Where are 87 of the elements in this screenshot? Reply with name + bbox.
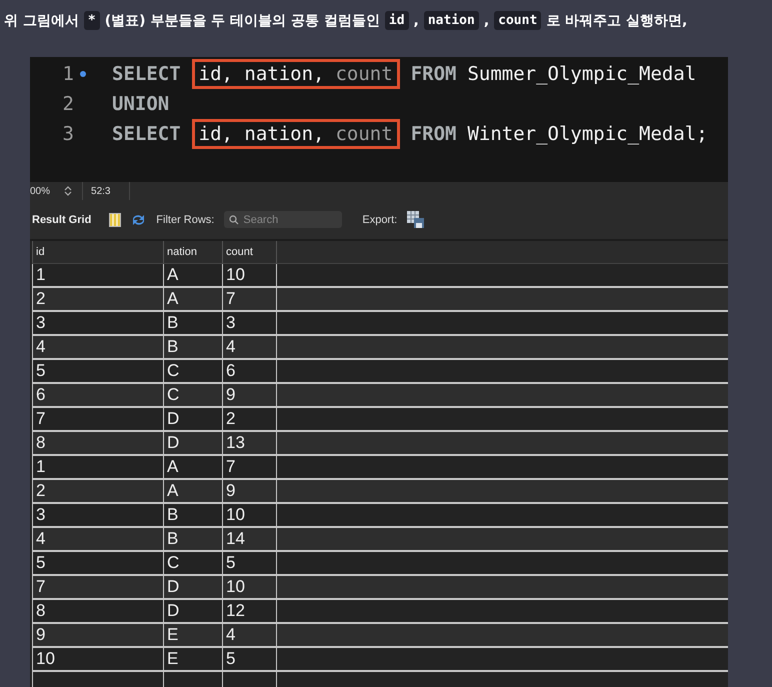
table-cell: C	[163, 384, 222, 406]
table-cell: 3	[32, 504, 163, 526]
table-cell: 10	[222, 504, 276, 526]
table-cell: 3	[222, 312, 276, 334]
code-text: Winter_Olympic_Medal;	[467, 123, 708, 145]
table-cell: A	[163, 264, 222, 286]
sql-keyword: SELECT	[112, 63, 181, 85]
table-cell: 4	[222, 624, 276, 646]
table-cell: 1	[32, 456, 163, 478]
inline-code: count	[494, 11, 542, 30]
table-cell: 13	[222, 432, 276, 454]
table-cell: D	[163, 408, 222, 430]
table-cell: A	[163, 480, 222, 502]
table-cell: D	[163, 576, 222, 598]
stepper-icon[interactable]	[64, 185, 72, 197]
table-cell: 2	[32, 288, 163, 310]
code-text: count	[335, 63, 393, 85]
filter-rows-label: Filter Rows:	[156, 214, 214, 226]
export-icon[interactable]	[407, 211, 426, 228]
zoom-level: 00%	[30, 186, 50, 196]
table-cell: 1	[32, 264, 163, 286]
table-cell: A	[163, 288, 222, 310]
intro-text: ,	[484, 12, 490, 28]
table-cell: 10	[32, 648, 163, 670]
intro-text: (별표) 부분들을 두 테이블의 공통 컬럼들인	[104, 12, 380, 30]
table-cell: B	[163, 504, 222, 526]
line-number: 1	[62, 63, 74, 85]
table-cell: 5	[222, 648, 276, 670]
table-cell: C	[163, 360, 222, 382]
sql-keyword: FROM	[410, 63, 456, 85]
refresh-icon[interactable]	[131, 214, 146, 226]
table-cell: 7	[32, 576, 163, 598]
table-cell: B	[163, 528, 222, 550]
table-cell: 4	[222, 336, 276, 358]
grid-icon[interactable]	[109, 212, 122, 226]
table-cell: D	[163, 600, 222, 622]
column-header[interactable]: id	[32, 241, 163, 263]
table-cell: 4	[32, 336, 163, 358]
column-header[interactable]: nation	[163, 241, 222, 263]
table-cell: 7	[222, 288, 276, 310]
code-text: id, nation,	[198, 123, 324, 145]
intro-text: ,	[414, 12, 419, 28]
inline-code: id	[384, 11, 409, 30]
table-cell: 5	[32, 552, 163, 574]
table-cell: D	[163, 432, 222, 454]
table-cell: 10	[222, 576, 276, 598]
sql-keyword: UNION	[112, 93, 170, 115]
table-cell: 7	[32, 408, 163, 430]
search-field[interactable]: Search	[224, 211, 342, 228]
table-cell: E	[163, 624, 222, 646]
table-cell: 9	[32, 624, 163, 646]
code-text: id, nation,	[198, 63, 324, 85]
table-cell: 2	[222, 408, 276, 430]
inline-code: nation	[424, 11, 479, 30]
table-cell: E	[163, 648, 222, 670]
intro-text: 로 바꿔주고 실행하면,	[546, 12, 688, 30]
intro-text: 위 그림에서	[4, 12, 79, 30]
table-cell: A	[163, 456, 222, 478]
table-cell: 6	[222, 360, 276, 382]
cursor-position: 52:3	[91, 186, 110, 196]
table-cell: 5	[32, 360, 163, 382]
sql-keyword: FROM	[410, 123, 456, 145]
table-cell: 9	[222, 384, 276, 406]
table-cell: 8	[32, 600, 163, 622]
table-cell: B	[163, 312, 222, 334]
line-number: 3	[62, 123, 74, 145]
inline-code: *	[84, 11, 100, 30]
code-text: Summer_Olympic_Medal	[467, 63, 696, 85]
table-cell: B	[163, 336, 222, 358]
table-cell: 2	[32, 480, 163, 502]
export-label: Export:	[362, 214, 398, 226]
table-cell: 6	[32, 384, 163, 406]
code-text: count	[335, 123, 393, 145]
table-cell: 5	[222, 552, 276, 574]
table-cell: 14	[222, 528, 276, 550]
table-cell: 10	[222, 264, 276, 286]
result-grid-label: Result Grid	[32, 214, 92, 226]
column-header[interactable]: count	[222, 241, 276, 263]
table-cell: 12	[222, 600, 276, 622]
table-cell: C	[163, 552, 222, 574]
table-cell: 3	[32, 312, 163, 334]
line-number: 2	[62, 93, 74, 115]
table-cell: 7	[222, 456, 276, 478]
sql-keyword: SELECT	[112, 123, 181, 145]
table-cell: 9	[222, 480, 276, 502]
table-cell: 8	[32, 432, 163, 454]
table-cell: 4	[32, 528, 163, 550]
